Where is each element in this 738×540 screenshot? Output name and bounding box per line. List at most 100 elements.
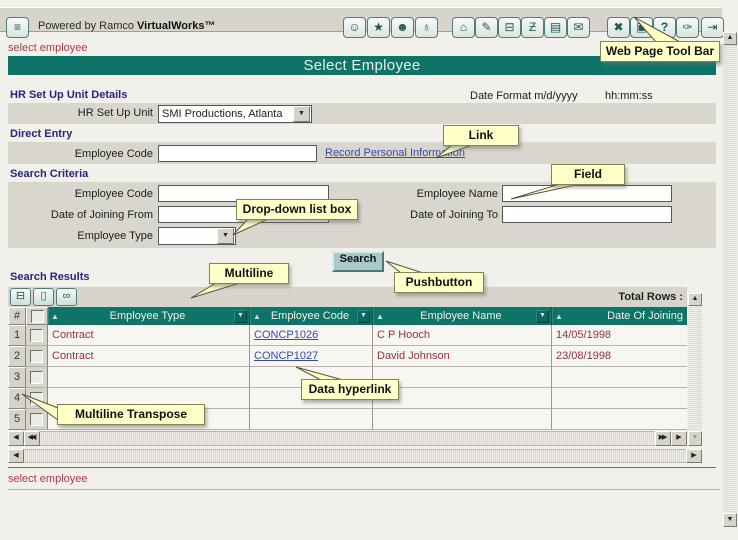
search-criteria-band: Employee Code Employee Name Date of Join… — [8, 182, 716, 248]
cell-employee-type — [48, 367, 250, 388]
cell-employee-name — [373, 388, 552, 409]
employee-code-data-hyperlink[interactable]: CONCP1027 — [254, 350, 318, 362]
menu-icon[interactable]: ≡ — [6, 17, 29, 38]
search-button[interactable]: Search — [332, 251, 384, 272]
page-horizontal-scrollbar-track[interactable] — [24, 449, 686, 463]
user-icon[interactable]: ☺ — [343, 17, 366, 38]
grid-scroll-right-button[interactable]: ▶ — [671, 431, 687, 446]
chevron-down-icon[interactable]: ▼ — [293, 106, 310, 122]
grid-scroll-left-button[interactable]: ◀ — [8, 431, 24, 446]
home-icon[interactable]: ⌂ — [452, 17, 475, 38]
sort-asc-icon[interactable]: ▲ — [49, 312, 61, 321]
column-header-employee-type[interactable]: ▲ Employee Type ▼ — [48, 307, 250, 325]
cell-employee-name: C P Hooch — [373, 325, 552, 346]
employee-type-dropdown[interactable]: ▼ — [158, 227, 236, 245]
edit-icon[interactable]: ✎ — [475, 17, 498, 38]
grid-vertical-scrollbar-track[interactable] — [688, 306, 702, 431]
callout-pushbutton: Pushbutton — [394, 272, 484, 293]
row-checkbox[interactable] — [30, 329, 43, 342]
clipboard-icon[interactable]: ▣ — [630, 17, 653, 38]
section-title-direct-entry: Direct Entry — [10, 128, 72, 140]
grid-page-right-button[interactable]: ▶▶ — [655, 431, 671, 446]
grid-page-left-button[interactable]: ◀◀ — [24, 431, 40, 446]
row-select-cell[interactable] — [26, 388, 48, 409]
row-checkbox[interactable] — [30, 392, 43, 405]
cell-employee-type: Contract — [48, 346, 250, 367]
column-header-date-of-joining[interactable]: ▲ Date Of Joining — [552, 307, 687, 325]
hr-setup-unit-dropdown[interactable]: SMI Productions, Atlanta ▼ — [158, 105, 312, 123]
column-header-employee-code[interactable]: ▲ Employee Code ▼ — [250, 307, 373, 325]
cell-employee-type: Contract — [48, 325, 250, 346]
date-of-joining-from-label: Date of Joining From — [8, 209, 153, 221]
web-globe-icon[interactable]: ♁ — [415, 17, 438, 38]
grid-export-icon[interactable]: ▯ — [33, 288, 54, 306]
page-vertical-scrollbar-track[interactable] — [723, 45, 737, 513]
sort-asc-icon[interactable]: ▲ — [251, 312, 263, 321]
grid-header-row: # ▲ Employee Type ▼ ▲ Employee Code ▼ ▲ … — [8, 307, 687, 325]
branding-text: Powered by Ramco VirtualWorks™ — [38, 20, 216, 32]
employee-code-data-hyperlink[interactable]: CONCP1026 — [254, 329, 318, 341]
grid-scroll-up-button[interactable]: ▲ — [688, 293, 702, 306]
cell-employee-code: CONCP1027 — [250, 346, 373, 367]
workflow-icon[interactable]: Ƶ — [521, 17, 544, 38]
grid-scroll-down-button[interactable]: ▼ — [688, 431, 702, 446]
notes-icon[interactable]: ✑ — [676, 17, 699, 38]
help-icon[interactable]: ? — [653, 17, 676, 38]
exit-icon[interactable]: ⇥ — [701, 17, 724, 38]
cell-date-of-joining — [552, 388, 687, 409]
row-number: 2 — [8, 346, 26, 367]
favorites-star-icon[interactable]: ★ — [367, 17, 390, 38]
row-checkbox[interactable] — [30, 371, 43, 384]
select-all-checkbox[interactable] — [31, 310, 44, 323]
filter-icon[interactable]: ▼ — [536, 310, 549, 323]
page-scroll-right-button[interactable]: ▶ — [686, 449, 702, 463]
callout-field: Field — [551, 164, 625, 185]
table-row: 1 Contract CONCP1026 C P Hooch 14/05/199… — [8, 325, 687, 346]
mail-icon[interactable]: ✉ — [567, 17, 590, 38]
grid-find-icon[interactable]: ∞ — [56, 288, 77, 306]
page-scroll-down-button[interactable]: ▼ — [723, 513, 737, 527]
row-select-cell[interactable] — [26, 346, 48, 367]
hr-setup-unit-label: HR Set Up Unit — [8, 107, 153, 119]
row-select-cell[interactable] — [26, 409, 48, 430]
select-all-header[interactable] — [26, 307, 48, 325]
cell-employee-name — [373, 409, 552, 430]
row-checkbox[interactable] — [30, 413, 43, 426]
date-of-joining-to-input[interactable] — [502, 206, 672, 223]
page-scroll-left-button[interactable]: ◀ — [8, 449, 24, 463]
close-icon[interactable]: ✖ — [607, 17, 630, 38]
grid-horizontal-scrollbar: ◀ ◀◀ ▶▶ ▶ — [8, 431, 687, 446]
grid-print-icon[interactable]: ⊟ — [10, 288, 31, 306]
table-row: 2 Contract CONCP1027 David Johnson 23/08… — [8, 346, 687, 367]
row-number-header: # — [8, 307, 26, 325]
row-select-cell[interactable] — [26, 367, 48, 388]
employee-name-label: Employee Name — [353, 188, 498, 200]
employee-code-input[interactable] — [158, 145, 317, 162]
multiline-toolbar: ⊟ ▯ ∞ Total Rows : — [8, 286, 687, 308]
breadcrumb: select employee — [8, 42, 88, 54]
filter-icon[interactable]: ▼ — [234, 310, 247, 323]
filter-icon[interactable]: ▼ — [357, 310, 370, 323]
grid-horizontal-scrollbar-track[interactable] — [40, 431, 655, 446]
search-employee-code-label: Employee Code — [8, 188, 153, 200]
column-header-employee-name[interactable]: ▲ Employee Name ▼ — [373, 307, 552, 325]
select-employee-page: ≡ Powered by Ramco VirtualWorks™ ☺ ★ ☻ ♁… — [0, 0, 738, 540]
sort-asc-icon[interactable]: ▲ — [553, 312, 565, 321]
employee-code-label: Employee Code — [8, 148, 153, 160]
user-query-icon[interactable]: ☻ — [391, 17, 414, 38]
print-icon[interactable]: ⊟ — [498, 17, 521, 38]
document-icon[interactable]: ▤ — [544, 17, 567, 38]
employee-name-input[interactable] — [502, 185, 672, 202]
callout-multiline: Multiline — [209, 263, 289, 284]
row-number: 5 — [8, 409, 26, 430]
cell-employee-name — [373, 367, 552, 388]
chevron-down-icon[interactable]: ▼ — [217, 228, 234, 244]
callout-web-page-tool-bar: Web Page Tool Bar — [600, 41, 720, 62]
record-personal-information-link[interactable]: Record Personal Information — [325, 147, 465, 159]
page-scroll-up-button[interactable]: ▲ — [723, 32, 737, 45]
cell-employee-code: CONCP1026 — [250, 325, 373, 346]
row-checkbox[interactable] — [30, 350, 43, 363]
callout-multiline-transpose: Multiline Transpose — [57, 404, 205, 425]
row-select-cell[interactable] — [26, 325, 48, 346]
sort-asc-icon[interactable]: ▲ — [374, 312, 386, 321]
